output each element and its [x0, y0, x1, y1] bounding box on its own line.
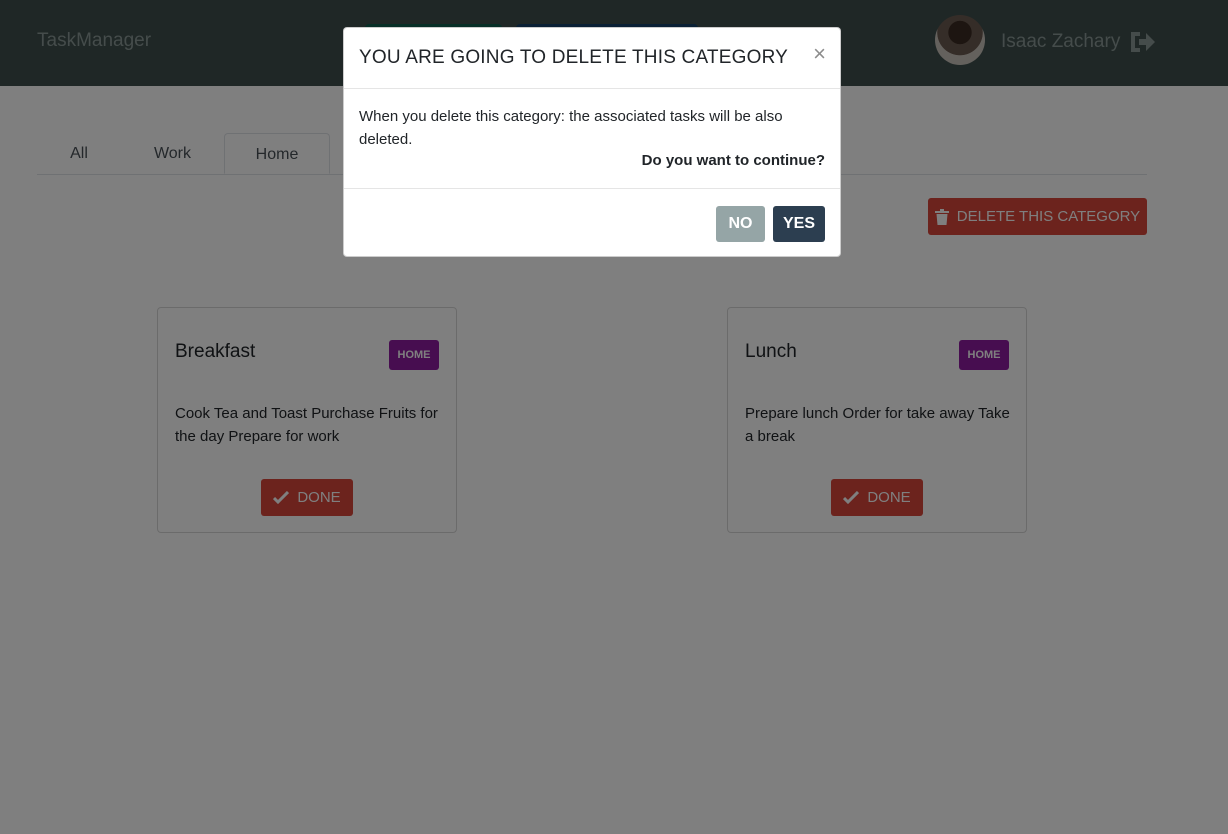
close-icon[interactable]: × — [813, 42, 826, 66]
modal-question: Do you want to continue? — [641, 152, 825, 169]
yes-button[interactable]: YES — [773, 206, 825, 242]
modal-title: YOU ARE GOING TO DELETE THIS CATEGORY — [359, 47, 789, 68]
modal-header: YOU ARE GOING TO DELETE THIS CATEGORY × — [344, 28, 840, 89]
modal-footer: NO YES — [344, 188, 840, 257]
delete-category-dialog: YOU ARE GOING TO DELETE THIS CATEGORY × … — [343, 27, 841, 257]
no-button[interactable]: NO — [716, 206, 765, 242]
modal-message: When you delete this category: the assoc… — [359, 108, 783, 148]
